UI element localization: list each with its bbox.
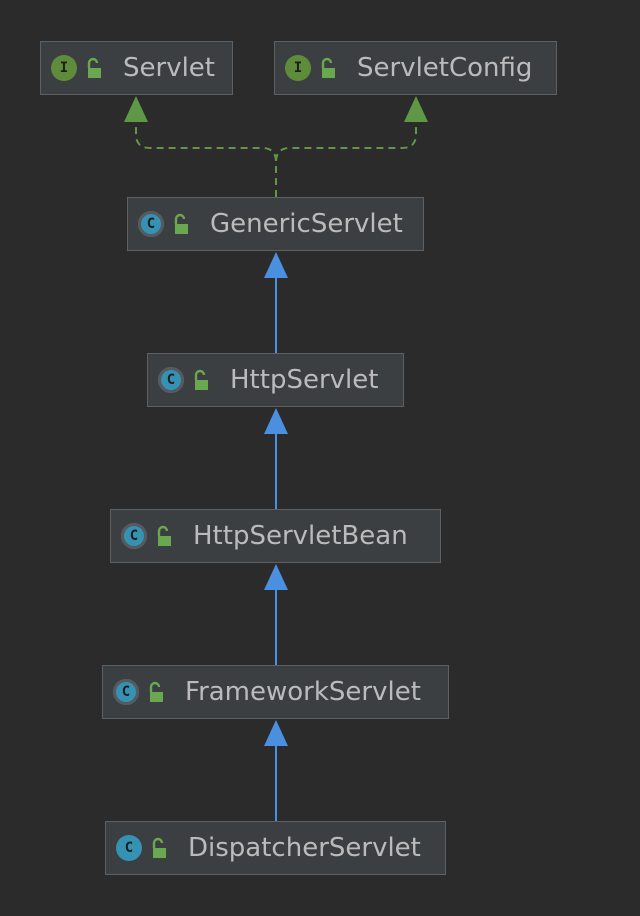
class-node-servlet[interactable]: I Servlet xyxy=(40,41,233,95)
abstract-class-icon: C xyxy=(138,211,164,237)
class-name-label: ServletConfig xyxy=(357,53,533,83)
class-node-httpservlet[interactable]: C HttpServlet xyxy=(147,353,404,407)
class-name-label: DispatcherServlet xyxy=(188,833,421,863)
abstract-class-icon: C xyxy=(113,679,139,705)
extends-arrowhead-httpservlet xyxy=(264,252,288,278)
class-node-httpservletbean[interactable]: C HttpServletBean xyxy=(110,509,441,563)
interface-icon: I xyxy=(51,55,77,81)
class-name-label: FrameworkServlet xyxy=(185,677,421,707)
class-node-frameworkservlet[interactable]: C FrameworkServlet xyxy=(102,665,449,719)
class-node-dispatcherservlet[interactable]: C DispatcherServlet xyxy=(105,821,446,875)
class-name-label: Servlet xyxy=(123,53,215,83)
class-name-label: HttpServletBean xyxy=(193,521,408,551)
extends-arrowhead-httpservletbean xyxy=(264,408,288,434)
class-icon: C xyxy=(116,835,142,861)
interface-icon: I xyxy=(285,55,311,81)
abstract-class-icon: C xyxy=(121,523,147,549)
class-node-servletconfig[interactable]: I ServletConfig xyxy=(274,41,557,95)
unlocked-icon xyxy=(152,837,166,858)
unlocked-icon xyxy=(321,57,335,78)
unlocked-icon xyxy=(149,681,163,702)
unlocked-icon xyxy=(194,369,208,390)
abstract-class-icon: C xyxy=(158,367,184,393)
unlocked-icon xyxy=(174,213,188,234)
implements-edge-servlet xyxy=(135,120,277,197)
unlocked-icon xyxy=(87,57,101,78)
unlocked-icon xyxy=(157,525,171,546)
implements-arrowhead-servletconfig xyxy=(404,96,428,122)
class-node-genericservlet[interactable]: C GenericServlet xyxy=(127,197,424,251)
implements-edge-servletconfig xyxy=(275,120,417,197)
class-name-label: GenericServlet xyxy=(210,209,403,239)
class-name-label: HttpServlet xyxy=(230,365,379,395)
diagram-canvas xyxy=(124,96,428,821)
extends-arrowhead-dispatcherservlet xyxy=(264,720,288,746)
extends-arrowhead-frameworkservlet xyxy=(264,564,288,590)
implements-arrowhead-servlet xyxy=(124,96,148,122)
